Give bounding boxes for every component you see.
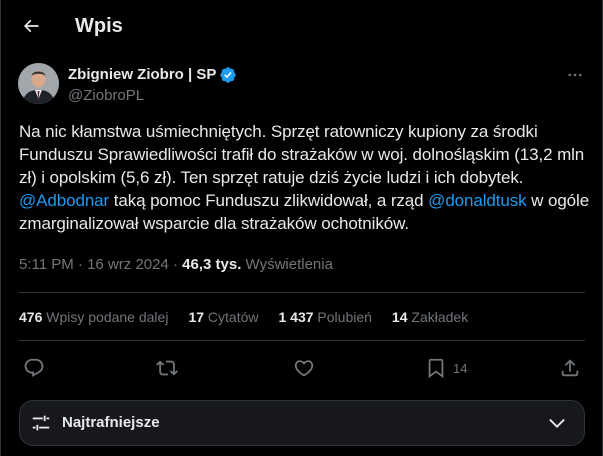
bookmarks-label: Zakładek [407, 309, 469, 325]
more-horizontal-icon [568, 73, 582, 77]
tweet-text-part: Na nic kłamstwa uśmiechniętych. Sprzęt r… [19, 122, 585, 187]
bookmark-button[interactable]: 14 [425, 354, 467, 382]
reposts-count: 476 [19, 309, 43, 325]
header: Wpis [0, 0, 603, 53]
bookmark-count: 14 [453, 360, 468, 376]
meta-separator: · [73, 256, 88, 273]
likes-count: 1 437 [278, 309, 314, 325]
reposts-label: Wpisy podane dalej [42, 309, 169, 325]
bookmarks-count: 14 [391, 309, 408, 325]
sliders-icon [32, 415, 50, 431]
chevron-down-icon [549, 418, 565, 428]
likes-label: Polubień [313, 309, 372, 325]
like-button[interactable] [293, 354, 315, 382]
meta-separator: · [168, 256, 183, 273]
heart-icon [294, 360, 314, 377]
reply-icon [24, 358, 44, 377]
share-button[interactable] [559, 354, 581, 382]
quotes-count: 17 [188, 309, 205, 325]
sort-label: Najtrafniejsze [62, 414, 160, 431]
back-button[interactable] [14, 9, 48, 43]
views-count: 46,3 tys. [182, 256, 242, 273]
repost-button[interactable] [156, 354, 178, 382]
tweet-text: Na nic kłamstwa uśmiechniętych. Sprzęt r… [19, 120, 591, 235]
bookmarks-stat[interactable]: 14 Zakładek [392, 308, 468, 326]
likes-stat[interactable]: 1 437 Polubień [278, 308, 371, 326]
tweet-meta: 5:11 PM · 16 wrz 2024 · 46,3 tys. Wyświe… [19, 255, 333, 275]
share-icon [561, 359, 579, 377]
quotes-label: Cytatów [204, 309, 259, 325]
divider [19, 340, 585, 341]
quotes-stat[interactable]: 17 Cytatów [188, 308, 258, 326]
author-name-row[interactable]: Zbigniew Ziobro | SP [68, 65, 237, 85]
reply-button[interactable] [23, 354, 45, 382]
mention-link[interactable]: @donaldtusk [428, 191, 526, 210]
views-label: Wyświetlenia [241, 256, 333, 273]
tweet-stats: 476 Wpisy podane dalej 17 Cytatów 1 437 … [19, 308, 488, 326]
mention-link[interactable]: @Adbodnar [19, 191, 109, 210]
tweet-time[interactable]: 5:11 PM [19, 256, 74, 273]
tweet-text-part: taką pomoc Funduszu zlikwidował, a rząd [109, 191, 429, 210]
author-info: Zbigniew Ziobro | SP @ZiobroPL [68, 65, 237, 106]
bookmark-icon [428, 358, 444, 379]
tweet-actions: 14 [19, 354, 585, 382]
arrow-left-icon [23, 19, 39, 33]
tweet-detail-page: Wpis Zbigniew Ziobro | SP @ZiobroPL Na n… [0, 0, 603, 456]
reposts-stat[interactable]: 476 Wpisy podane dalej [19, 308, 168, 326]
repost-icon [156, 360, 178, 376]
page-title: Wpis [75, 15, 123, 37]
divider [19, 292, 585, 293]
author-name: Zbigniew Ziobro | SP [68, 66, 217, 83]
verified-badge-icon[interactable] [219, 66, 237, 84]
tweet-date[interactable]: 16 wrz 2024 [87, 256, 169, 273]
more-button[interactable] [562, 62, 588, 88]
author-handle[interactable]: @ZiobroPL [68, 86, 237, 106]
avatar[interactable] [18, 63, 59, 104]
sort-dropdown[interactable]: Najtrafniejsze [19, 400, 585, 446]
